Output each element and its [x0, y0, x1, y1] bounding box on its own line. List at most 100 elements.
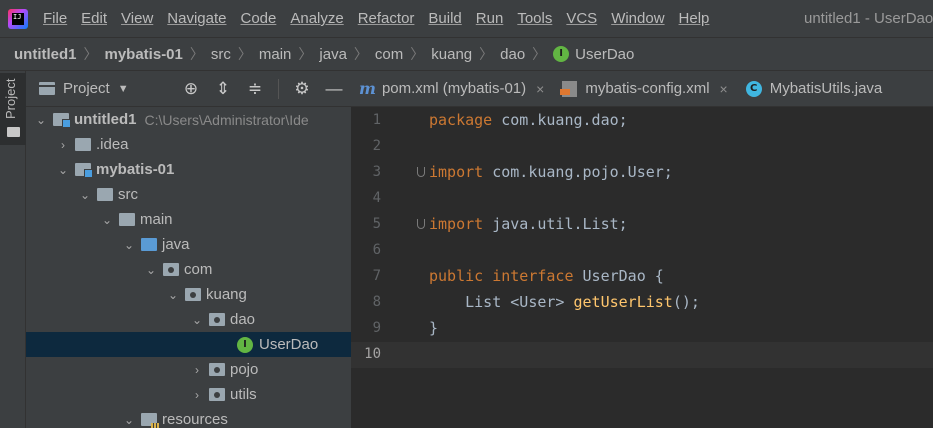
chevron-right-icon[interactable]: › — [189, 363, 205, 377]
code-line-9: } — [429, 315, 438, 341]
close-icon[interactable]: × — [720, 81, 728, 97]
breadcrumb-com[interactable]: com — [375, 46, 403, 63]
tab-mybatis-config[interactable]: mybatis-config.xml × — [554, 71, 737, 106]
code-keyword: import — [429, 163, 484, 181]
chevron-down-icon[interactable]: ⌄ — [189, 313, 205, 327]
menu-analyze[interactable]: Analyze — [283, 10, 350, 27]
line-number: 1 — [372, 112, 381, 128]
breadcrumb-kuang[interactable]: kuang — [431, 46, 472, 63]
breadcrumb-src[interactable]: src — [211, 46, 231, 63]
code-keyword: package — [429, 111, 493, 129]
code-line-5: import java.util.List; — [429, 211, 628, 237]
breadcrumb-separator-icon: 〉 — [83, 46, 98, 62]
breadcrumb-userdao-label: UserDao — [575, 45, 635, 63]
menu-vcs[interactable]: VCS — [559, 10, 604, 27]
code-method-name: getUserList — [573, 293, 673, 311]
menu-window[interactable]: Window — [604, 10, 671, 27]
tree-item-com[interactable]: ⌄ com — [26, 257, 351, 282]
tree-item-idea[interactable]: › .idea — [26, 132, 351, 157]
tree-item-main[interactable]: ⌄ main — [26, 207, 351, 232]
line-number: 5 — [372, 216, 381, 232]
code-keyword: import — [429, 215, 484, 233]
menu-file[interactable]: File — [36, 10, 74, 27]
chevron-down-icon[interactable]: ⌄ — [33, 113, 49, 127]
breadcrumb-mybatis-01[interactable]: mybatis-01 — [105, 46, 183, 63]
breadcrumb-separator-icon: 〉 — [532, 46, 547, 62]
tree-item-java[interactable]: ⌄ java — [26, 232, 351, 257]
folder-icon — [119, 213, 135, 226]
tab-label: MybatisUtils.java — [769, 80, 883, 97]
menu-run[interactable]: Run — [469, 10, 511, 27]
tree-item-dao[interactable]: ⌄ dao — [26, 307, 351, 332]
breadcrumb-dao[interactable]: dao — [500, 46, 525, 63]
maven-icon: m — [359, 79, 376, 98]
tree-item-label: resources — [162, 411, 228, 428]
chevron-down-icon[interactable]: ⌄ — [77, 188, 93, 202]
code-line-1: package com.kuang.dao; — [429, 107, 628, 133]
code-editor[interactable]: package com.kuang.dao; import com.kuang.… — [421, 107, 933, 428]
xml-file-icon — [560, 80, 578, 97]
source-root-folder-icon — [141, 238, 157, 251]
chevron-right-icon[interactable]: › — [189, 388, 205, 402]
line-number: 4 — [372, 190, 381, 206]
resources-folder-icon — [141, 413, 159, 428]
tab-mybatisutils[interactable]: C MybatisUtils.java — [738, 71, 893, 106]
chevron-down-icon[interactable]: ⌄ — [165, 288, 181, 302]
tree-item-pojo[interactable]: › pojo — [26, 357, 351, 382]
code-line-8: List <User> getUserList(); — [429, 289, 700, 315]
hide-icon[interactable]: — — [325, 79, 343, 99]
tree-item-kuang[interactable]: ⌄ kuang — [26, 282, 351, 307]
chevron-right-icon[interactable]: › — [55, 138, 71, 152]
chevron-down-icon[interactable]: ⌄ — [143, 263, 159, 277]
tab-pom-xml[interactable]: m pom.xml (mybatis-01) × — [351, 71, 554, 106]
chevron-down-icon[interactable]: ⌄ — [55, 163, 71, 177]
breadcrumb-main[interactable]: main — [259, 46, 292, 63]
editor-tabs: m pom.xml (mybatis-01) × mybatis-config.… — [351, 71, 933, 107]
window-title: untitled1 - UserDao — [804, 10, 933, 27]
menu-view[interactable]: View — [114, 10, 160, 27]
line-number: 7 — [372, 268, 381, 284]
chevron-down-icon[interactable]: ▼ — [118, 83, 129, 95]
locate-icon[interactable]: ⊕ — [182, 79, 200, 99]
menu-tools[interactable]: Tools — [510, 10, 559, 27]
chevron-down-icon[interactable]: ⌄ — [99, 213, 115, 227]
menu-help[interactable]: Help — [672, 10, 717, 27]
tree-item-label: .idea — [96, 136, 129, 153]
gear-icon[interactable]: ⚙ — [293, 79, 311, 99]
expand-all-icon[interactable]: ⇕ — [214, 79, 232, 99]
code-text: { — [645, 267, 664, 285]
menu-refactor[interactable]: Refactor — [351, 10, 422, 27]
editor-gutter: 1 2 3 4 5 6 7 8 9 10 — [351, 107, 425, 428]
tree-item-utils[interactable]: › utils — [26, 382, 351, 407]
line-number: 2 — [372, 138, 381, 154]
menu-build[interactable]: Build — [421, 10, 468, 27]
project-view-selector[interactable]: Project — [63, 80, 110, 97]
project-panel-header: Project ▼ ⊕ ⇕ ≑ ⚙ — — [26, 71, 351, 107]
code-text: (); — [672, 293, 700, 311]
breadcrumb-userdao[interactable]: I UserDao — [553, 46, 634, 63]
intellij-logo-icon: IJ — [8, 8, 28, 29]
tree-item-src[interactable]: ⌄ src — [26, 182, 351, 207]
menu-code[interactable]: Code — [233, 10, 283, 27]
menu-navigate[interactable]: Navigate — [160, 10, 233, 27]
line-number: 3 — [372, 164, 381, 180]
tree-item-resources[interactable]: ⌄ resources — [26, 407, 351, 428]
tree-item-mybatis-01[interactable]: ⌄ mybatis-01 — [26, 157, 351, 182]
chevron-down-icon[interactable]: ⌄ — [121, 413, 137, 427]
breadcrumb-java[interactable]: java — [319, 46, 347, 63]
code-line-7: public interface UserDao { — [429, 263, 664, 289]
class-icon: C — [745, 80, 762, 97]
code-text: com.kuang.pojo.User; — [483, 163, 673, 181]
chevron-down-icon[interactable]: ⌄ — [121, 238, 137, 252]
breadcrumb-untitled1[interactable]: untitled1 — [14, 46, 77, 63]
tree-item-userdao[interactable]: I UserDao — [26, 332, 351, 357]
project-tool-window-button[interactable]: Project — [0, 73, 26, 145]
close-icon[interactable]: × — [536, 81, 544, 97]
tab-label: mybatis-config.xml — [585, 80, 710, 97]
tree-item-label: com — [184, 261, 213, 278]
tree-item-untitled1[interactable]: ⌄ untitled1 C:\Users\Administrator\Ide — [26, 107, 351, 132]
interface-icon: I — [553, 46, 570, 62]
collapse-all-icon[interactable]: ≑ — [246, 79, 264, 99]
menu-edit[interactable]: Edit — [74, 10, 114, 27]
line-number: 10 — [364, 346, 381, 362]
